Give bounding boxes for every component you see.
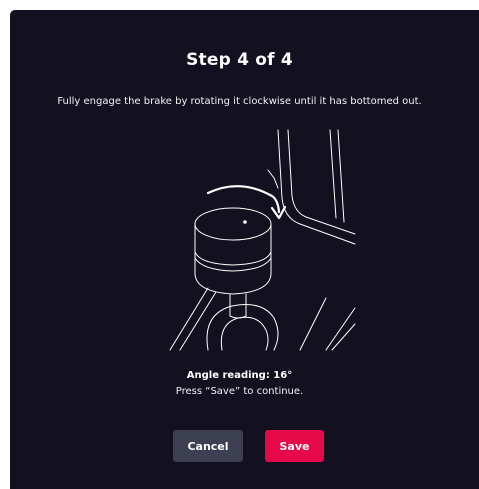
frame-column-back xyxy=(329,129,337,219)
knob-top xyxy=(194,207,272,241)
knob-rim xyxy=(194,251,272,266)
step-title: Step 4 of 4 xyxy=(186,50,293,70)
instruction-text: Fully engage the brake by rotating it cl… xyxy=(57,96,422,107)
calibration-dialog: Step 4 of 4 Fully engage the brake by ro… xyxy=(10,10,479,489)
frame-column-outline xyxy=(277,129,356,245)
frame-column-back2 xyxy=(337,129,345,223)
frame-shelf xyxy=(267,169,279,189)
brake-knob-illustration xyxy=(169,129,356,351)
cancel-button[interactable]: Cancel xyxy=(173,430,243,462)
stand-line-1 xyxy=(169,287,209,351)
continue-hint: Press “Save” to continue. xyxy=(175,386,304,397)
base-oval-inner xyxy=(220,316,269,351)
angle-reading: Angle reading: 16° xyxy=(186,370,293,381)
save-button[interactable]: Save xyxy=(265,430,324,462)
knob-indicator-dot xyxy=(243,220,247,224)
frame-column-inner xyxy=(287,129,356,235)
knob-side xyxy=(194,223,272,295)
stand-line-3 xyxy=(299,297,327,351)
